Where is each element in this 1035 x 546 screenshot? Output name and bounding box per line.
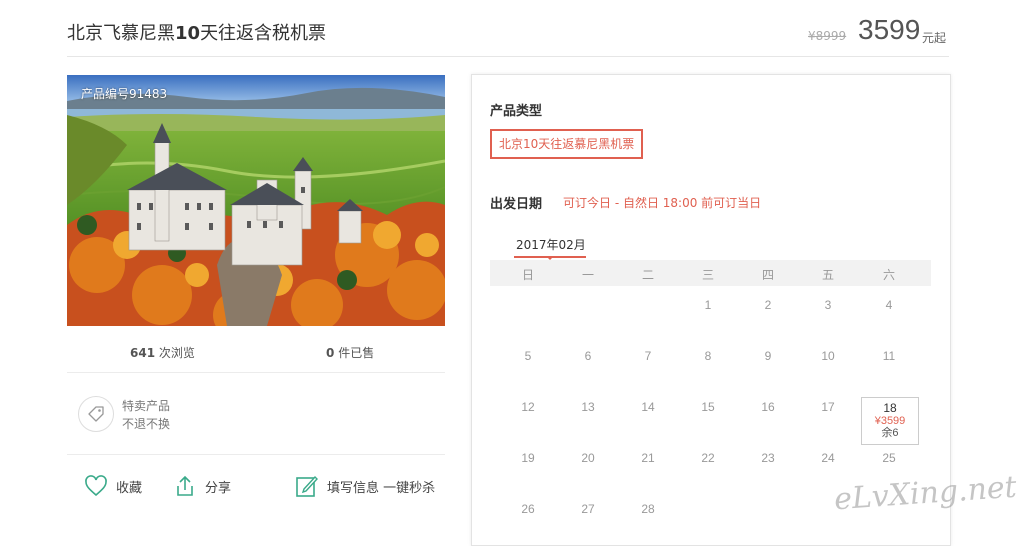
month-tab[interactable]: 2017年02月 <box>516 236 586 253</box>
calendar-day: 7 <box>644 349 652 363</box>
calendar-day: 6 <box>584 349 592 363</box>
heart-icon <box>85 475 107 497</box>
product-title: 北京飞慕尼黑10天往返含税机票 <box>67 23 327 44</box>
share-button[interactable]: 分享 <box>173 472 231 500</box>
calendar-day: 16 <box>761 400 775 414</box>
original-price: ¥8999 <box>808 29 847 43</box>
tag-policy: 不退不换 <box>122 417 171 431</box>
calendar-day: 19 <box>521 451 535 465</box>
weekday-sun: 日 <box>521 268 534 282</box>
booking-note: 可订今日 - 自然日 18:00 前可订当日 <box>563 196 762 210</box>
calendar-day-available[interactable]: 18 ¥3599 余6 <box>861 397 919 445</box>
calendar-day: 3 <box>824 298 832 312</box>
share-icon <box>177 475 193 496</box>
weekday-tue: 二 <box>641 268 654 282</box>
calendar-day: 13 <box>581 400 595 414</box>
calendar-day: 9 <box>764 349 772 363</box>
calendar-day: 5 <box>524 349 532 363</box>
calendar-day: 27 <box>581 502 595 516</box>
product-type-option[interactable]: 北京10天往返慕尼黑机票 <box>490 129 644 159</box>
favorite-button[interactable]: 收藏 <box>84 472 142 500</box>
fill-info-button[interactable]: 填写信息 一键秒杀 <box>295 472 435 500</box>
tag-label: 特卖产品 <box>122 399 171 413</box>
calendar-day: 21 <box>641 451 655 465</box>
tag-divider <box>67 454 445 455</box>
calendar-day: 17 <box>821 400 835 414</box>
calendar-day: 28 <box>641 502 655 516</box>
current-price: 3599 <box>858 14 921 45</box>
available-day-price: ¥3599 <box>874 415 906 427</box>
departure-date-label: 出发日期 <box>490 197 543 212</box>
product-image <box>67 75 445 326</box>
calendar-day: 10 <box>821 349 835 363</box>
weekday-sat: 六 <box>882 268 895 282</box>
tag-icon <box>78 396 114 432</box>
weekday-thu: 四 <box>761 268 774 282</box>
product-code: 产品编号91483 <box>81 87 168 101</box>
calendar-day: 22 <box>701 451 715 465</box>
calendar-day: 20 <box>581 451 595 465</box>
available-day-number: 18 <box>883 401 897 415</box>
calendar-day: 2 <box>764 298 772 312</box>
calendar-day: 24 <box>821 451 835 465</box>
price-unit: 元起 <box>922 31 947 45</box>
calendar-day: 1 <box>704 298 712 312</box>
calendar-day: 23 <box>761 451 775 465</box>
calendar-day: 25 <box>882 451 896 465</box>
sold-count: 0 件已售 <box>326 346 375 360</box>
edit-icon <box>296 475 318 497</box>
weekday-mon: 一 <box>581 268 594 282</box>
available-day-remaining: 余6 <box>881 427 899 439</box>
calendar-day: 11 <box>882 349 896 363</box>
view-count: 641 次浏览 <box>130 346 195 360</box>
calendar-day: 8 <box>704 349 712 363</box>
calendar-day: 12 <box>521 400 535 414</box>
calendar-day: 15 <box>701 400 715 414</box>
product-type-label: 产品类型 <box>490 104 543 119</box>
calendar-day: 26 <box>521 502 535 516</box>
header-divider <box>67 56 949 57</box>
calendar-day: 4 <box>885 298 893 312</box>
calendar-day: 14 <box>641 400 655 414</box>
weekday-wed: 三 <box>701 268 714 282</box>
stats-divider <box>67 372 445 373</box>
weekday-fri: 五 <box>821 268 834 282</box>
